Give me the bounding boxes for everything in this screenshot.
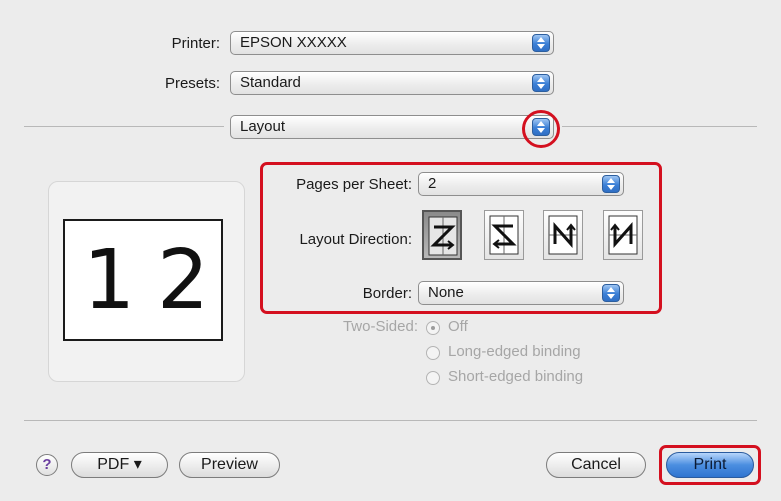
direction-reverse-z-button[interactable] [484, 210, 524, 260]
two-sided-short-edge-label: Short-edged binding [448, 368, 584, 385]
two-sided-off-radio[interactable] [426, 321, 440, 335]
printer-popup[interactable]: EPSON XXXXX [230, 31, 554, 55]
reverse-n-pattern-icon [608, 215, 638, 255]
preview-page-number-1: 1 [83, 233, 136, 328]
highlight-circle [522, 110, 560, 148]
z-pattern-icon [428, 216, 458, 256]
border-value: None [428, 284, 464, 301]
cancel-button[interactable]: Cancel [546, 452, 646, 478]
direction-reverse-n-button[interactable] [603, 210, 643, 260]
two-sided-off-label: Off [448, 318, 468, 335]
separator-right [562, 126, 757, 127]
border-label: Border: [362, 285, 412, 302]
print-highlight [659, 445, 761, 485]
printer-label: Printer: [171, 35, 220, 52]
presets-value: Standard [240, 74, 301, 91]
two-sided-long-edge-label: Long-edged binding [448, 343, 581, 360]
popup-arrows-icon [532, 34, 550, 52]
two-sided-label: Two-Sided: [342, 318, 418, 335]
two-sided-short-edge-radio[interactable] [426, 371, 440, 385]
popup-arrows-icon [602, 284, 620, 302]
separator-left [24, 126, 224, 127]
printer-value: EPSON XXXXX [240, 34, 347, 51]
popup-arrows-icon [602, 175, 620, 193]
preview-page-number-2: 2 [157, 233, 210, 328]
footer-separator [24, 420, 757, 421]
preview-page: 1 2 [63, 219, 223, 341]
direction-n-button[interactable] [543, 210, 583, 260]
reverse-z-pattern-icon [489, 215, 519, 255]
popup-arrows-icon [532, 74, 550, 92]
help-button[interactable]: ? [36, 454, 58, 476]
layout-direction-label: Layout Direction: [299, 231, 412, 248]
panel-menu-popup[interactable]: Layout [230, 115, 554, 139]
panel-menu-value: Layout [240, 118, 286, 135]
pages-per-sheet-popup[interactable]: 2 [418, 172, 624, 196]
presets-label: Presets: [164, 75, 220, 92]
pages-per-sheet-label: Pages per Sheet: [296, 176, 412, 193]
pdf-menu-button[interactable]: PDF ▾ [71, 452, 168, 478]
n-pattern-icon [548, 215, 578, 255]
direction-z-button[interactable] [422, 210, 462, 260]
border-popup[interactable]: None [418, 281, 624, 305]
presets-popup[interactable]: Standard [230, 71, 554, 95]
preview-button[interactable]: Preview [179, 452, 280, 478]
two-sided-long-edge-radio[interactable] [426, 346, 440, 360]
pages-per-sheet-value: 2 [428, 175, 437, 192]
